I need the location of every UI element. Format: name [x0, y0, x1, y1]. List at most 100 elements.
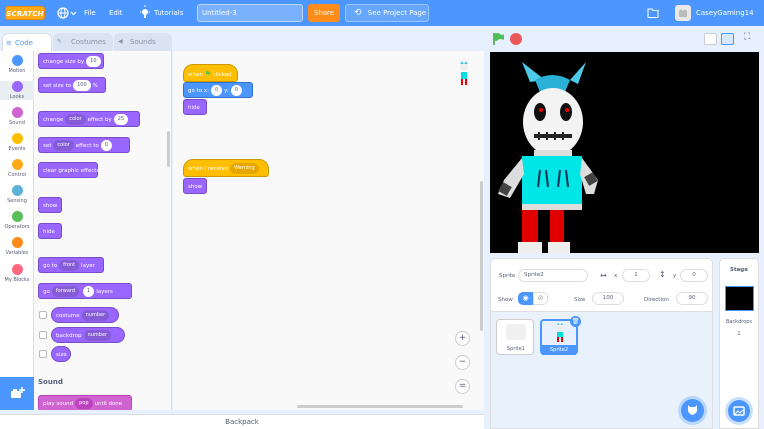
- category-dot-icon: [11, 55, 23, 66]
- tab-costumes-label: Costumes: [71, 38, 106, 46]
- sprite-tile-sprite1[interactable]: Sprite1: [496, 319, 534, 355]
- change-size-block[interactable]: change size by 10: [38, 53, 104, 69]
- size-input[interactable]: 100: [592, 292, 624, 305]
- normal-stage-button[interactable]: [721, 33, 734, 45]
- stop-button[interactable]: [510, 33, 522, 45]
- hide-block[interactable]: hide: [38, 223, 62, 239]
- category-variables[interactable]: Variables: [0, 237, 34, 256]
- clear-effects-block[interactable]: clear graphic effects: [38, 162, 99, 178]
- brush-icon: ✎: [57, 38, 63, 45]
- backdrop-icon: [733, 406, 745, 416]
- globe-icon[interactable]: [56, 0, 78, 26]
- category-label: Sensing: [7, 198, 27, 204]
- menu-bar: SCRATCH File Edit Tutorials Untitled-3 S…: [0, 0, 764, 26]
- category-operators[interactable]: Operators: [0, 211, 34, 230]
- hide-eye-icon[interactable]: ⊘: [533, 292, 548, 305]
- tab-code[interactable]: ≡ Code: [2, 33, 52, 51]
- stage-canvas[interactable]: [490, 52, 759, 253]
- category-dot-icon: [11, 159, 23, 170]
- category-sound[interactable]: Sound: [0, 107, 34, 126]
- category-motion[interactable]: Motion: [0, 55, 34, 74]
- project-title-input[interactable]: Untitled-3: [197, 4, 303, 22]
- scratch-logo[interactable]: SCRATCH: [5, 6, 45, 20]
- edit-menu[interactable]: Edit: [109, 0, 123, 26]
- palette-scrollbar[interactable]: [167, 131, 170, 167]
- category-label: Sound: [9, 120, 25, 126]
- tutorials-icon[interactable]: [140, 0, 150, 26]
- x-input[interactable]: 1: [622, 269, 650, 282]
- tab-costumes[interactable]: ✎ Costumes: [53, 33, 113, 51]
- category-dot-icon: [11, 264, 23, 275]
- avatar[interactable]: [675, 5, 691, 21]
- category-dot-icon: [11, 81, 23, 92]
- size-checkbox[interactable]: [39, 350, 47, 358]
- go-to-layer-block[interactable]: go to front layer: [38, 257, 104, 273]
- fullscreen-icon[interactable]: ⛶: [744, 32, 750, 42]
- category-label: Control: [7, 172, 27, 178]
- block-palette[interactable]: change size by 10 set size to 100% change c…: [34, 51, 172, 410]
- sprite-name-input[interactable]: Sprite2: [518, 269, 588, 282]
- see-project-page-button[interactable]: ⟲ See Project Page: [345, 4, 429, 22]
- category-menu: Motion Looks Sound Events Control Sensing Oper…: [0, 51, 34, 377]
- category-label: Variables: [5, 250, 29, 256]
- category-label: Motion: [8, 68, 26, 74]
- go-to-xy-block[interactable]: go to x: 0 y: 0: [183, 82, 253, 98]
- zoom-in-button[interactable]: +: [455, 331, 470, 346]
- category-looks[interactable]: Looks: [0, 81, 34, 100]
- zoom-out-button[interactable]: −: [455, 355, 470, 370]
- sprite-label: Sprite: [499, 273, 516, 279]
- go-layers-block[interactable]: go forward 1 layers: [38, 283, 132, 299]
- direction-input[interactable]: 90: [676, 292, 708, 305]
- set-size-block[interactable]: set size to 100%: [38, 77, 106, 93]
- play-sound-block[interactable]: play sound pop until done: [38, 395, 132, 410]
- when-i-receive-block[interactable]: when I receive Warning: [183, 159, 269, 177]
- y-input[interactable]: 0: [680, 269, 708, 282]
- zoom-reset-button[interactable]: =: [455, 379, 470, 394]
- category-control[interactable]: Control: [0, 159, 34, 178]
- backdrop-checkbox[interactable]: [39, 331, 47, 339]
- green-flag-icon: ⚑: [204, 70, 211, 78]
- stage-panel[interactable]: Stage Backdrops 1: [719, 258, 759, 429]
- change-effect-block[interactable]: change color effect by 25: [38, 111, 140, 127]
- backdrop-thumbnail[interactable]: [725, 286, 754, 311]
- set-effect-block[interactable]: set color effect to 0: [38, 137, 130, 153]
- backpack[interactable]: Backpack: [0, 414, 484, 429]
- green-flag-button[interactable]: [492, 32, 506, 48]
- choose-sprite-button[interactable]: [681, 399, 704, 422]
- category-my-blocks[interactable]: My Blocks: [0, 264, 34, 283]
- choose-backdrop-button[interactable]: [728, 400, 750, 422]
- show-block[interactable]: show: [38, 197, 62, 213]
- show-visible-eye-icon[interactable]: ◉: [518, 292, 533, 305]
- script-vertical-scrollbar[interactable]: [480, 181, 483, 331]
- script-area[interactable]: when ⚑ clicked go to x: 0 y: 0 hide when I …: [173, 51, 484, 410]
- share-button[interactable]: Share: [308, 4, 340, 22]
- remix-icon: ⟲: [354, 8, 362, 18]
- category-sensing[interactable]: Sensing: [0, 185, 34, 204]
- when-flag-clicked-block[interactable]: when ⚑ clicked: [183, 64, 238, 82]
- tab-code-label: Code: [15, 39, 33, 47]
- category-events[interactable]: Events: [0, 133, 34, 152]
- sprite2-name: Sprite2: [542, 345, 576, 355]
- username[interactable]: CaseyGaming14: [696, 0, 754, 26]
- category-label: My Blocks: [4, 277, 30, 283]
- script-horizontal-scrollbar[interactable]: [297, 405, 463, 408]
- category-dot-icon: [11, 211, 23, 222]
- tab-sounds-label: Sounds: [130, 38, 156, 46]
- category-label: Operators: [4, 224, 30, 230]
- size-reporter[interactable]: size: [51, 346, 71, 362]
- backdrop-reporter[interactable]: backdrop number: [51, 327, 125, 343]
- show-block-script[interactable]: show: [183, 178, 207, 194]
- sprite-info-panel: Sprite Sprite2 ↔ x 1 ↕ y 0 Show ◉ ⊘ Size…: [490, 258, 713, 312]
- delete-sprite-icon[interactable]: 🗑: [570, 316, 581, 327]
- small-stage-button[interactable]: [704, 33, 717, 45]
- category-dot-icon: [11, 237, 23, 248]
- file-menu[interactable]: File: [84, 0, 96, 26]
- add-extension-button[interactable]: [0, 377, 34, 410]
- category-dot-icon: [11, 107, 23, 118]
- hide-block-script[interactable]: hide: [183, 99, 207, 115]
- tab-sounds[interactable]: ◀ Sounds: [114, 33, 172, 51]
- tutorials-menu[interactable]: Tutorials: [154, 0, 183, 26]
- costume-checkbox[interactable]: [39, 311, 47, 319]
- folder-icon[interactable]: [647, 0, 659, 26]
- costume-reporter[interactable]: costume number: [51, 307, 119, 323]
